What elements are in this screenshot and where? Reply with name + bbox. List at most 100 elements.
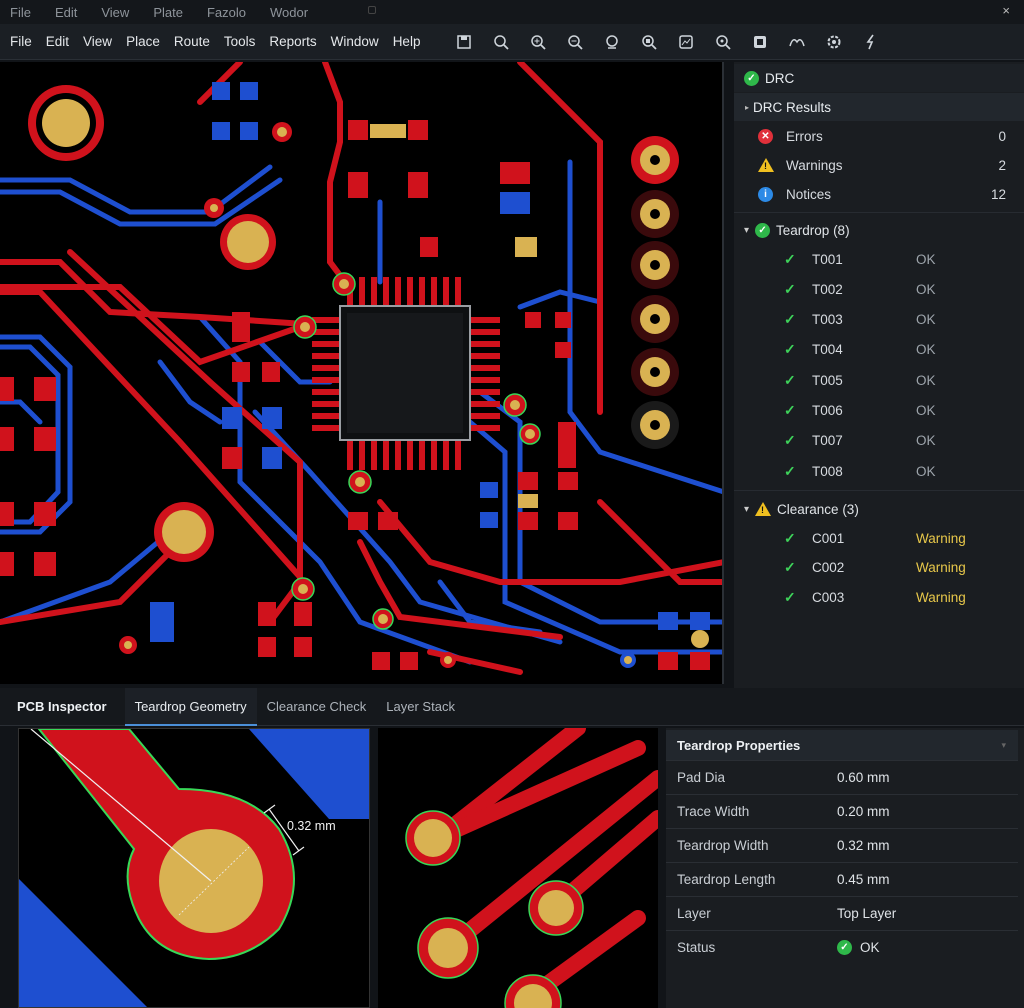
notices-row[interactable]: i Notices 12 xyxy=(734,180,1024,208)
property-value[interactable]: 0.32 mm xyxy=(837,838,890,853)
teardrop-properties-panel: Teardrop Properties ▾ Pad Dia 0.60 mm Tr… xyxy=(666,728,1024,1008)
layers-icon[interactable] xyxy=(671,29,701,55)
titlebar-item: Fazolo xyxy=(206,4,246,20)
teardrop-item-status: OK xyxy=(916,312,936,328)
pcb-canvas[interactable] xyxy=(0,62,724,684)
zoom-out-icon[interactable] xyxy=(560,29,590,55)
clearance-group[interactable]: ▾ ! Clearance (3) xyxy=(734,495,1024,523)
property-value[interactable]: 0.45 mm xyxy=(837,872,890,887)
teardrop-item[interactable]: ✓ T006 OK xyxy=(734,397,1024,425)
menu-reports[interactable]: Reports xyxy=(262,34,323,49)
menu-file[interactable]: File xyxy=(3,34,39,49)
property-value[interactable]: 0.60 mm xyxy=(837,770,890,785)
property-row: Status ✓ OK xyxy=(666,930,1018,964)
ic-chip xyxy=(312,277,500,470)
dimension-label: 0.32 mm xyxy=(287,819,336,833)
zoom-fit-icon[interactable] xyxy=(597,29,627,55)
save-icon[interactable] xyxy=(449,29,479,55)
teardrop-item-status: OK xyxy=(916,342,936,358)
clearance-item[interactable]: ✓ C001 Warning xyxy=(734,524,1024,552)
menu-place[interactable]: Place xyxy=(119,34,167,49)
teardrop-item[interactable]: ✓ T005 OK xyxy=(734,366,1024,394)
zoom-in-icon[interactable] xyxy=(523,29,553,55)
zoom-area-icon[interactable] xyxy=(634,29,664,55)
warnings-row[interactable]: ! Warnings 2 xyxy=(734,151,1024,179)
check-icon: ✓ xyxy=(784,529,796,546)
property-key: Layer xyxy=(677,906,711,921)
chevron-down-icon: ▾ xyxy=(744,224,750,236)
titlebar-item: Wodor xyxy=(269,4,309,20)
net-icon[interactable] xyxy=(782,29,812,55)
warning-icon: ! xyxy=(758,158,774,172)
clearance-item[interactable]: ✓ C003 Warning xyxy=(734,583,1024,611)
titlebar-item: View xyxy=(101,4,130,20)
divider xyxy=(734,212,1024,213)
titlebar-item: Plate xyxy=(153,4,183,20)
teardrop-item[interactable]: ✓ T003 OK xyxy=(734,306,1024,334)
tab-teardrop-geometry[interactable]: Teardrop Geometry xyxy=(124,687,257,726)
drc-results-header[interactable]: ▸ DRC Results xyxy=(734,93,1024,121)
close-window-button[interactable]: × xyxy=(1002,3,1010,18)
teardrop-item-id: T004 xyxy=(812,342,843,358)
property-key: Trace Width xyxy=(677,804,750,819)
teardrop-group-title: Teardrop (8) xyxy=(776,222,850,238)
property-row: Teardrop Width 0.32 mm xyxy=(666,828,1018,862)
teardrop-overview-view[interactable] xyxy=(378,728,658,1008)
clearance-item-status: Warning xyxy=(916,589,966,605)
pan-icon[interactable] xyxy=(708,29,738,55)
teardrop-item-id: T008 xyxy=(812,463,843,479)
property-row: Pad Dia 0.60 mm xyxy=(666,760,1018,794)
property-key: Teardrop Length xyxy=(677,872,776,887)
titlebar-item: Edit xyxy=(54,4,78,20)
inspector-bar: PCB Inspector Teardrop Geometry Clearanc… xyxy=(0,687,1024,726)
drc-results-title: DRC Results xyxy=(753,99,832,115)
tab-clearance-check[interactable]: Clearance Check xyxy=(257,688,377,726)
properties-header[interactable]: Teardrop Properties ▾ xyxy=(666,730,1018,760)
menu-window[interactable]: Window xyxy=(324,34,386,49)
teardrop-item-id: T001 xyxy=(812,251,843,267)
clearance-item-status: Warning xyxy=(916,530,966,546)
clearance-item[interactable]: ✓ C002 Warning xyxy=(734,554,1024,582)
teardrop-item[interactable]: ✓ T008 OK xyxy=(734,457,1024,485)
chevron-down-icon: ▾ xyxy=(744,503,750,515)
tab-layer-stack[interactable]: Layer Stack xyxy=(376,688,465,726)
teardrop-item[interactable]: ✓ T007 OK xyxy=(734,427,1024,455)
property-row: Layer Top Layer xyxy=(666,896,1018,930)
route-icon[interactable] xyxy=(856,29,886,55)
menu-tools[interactable]: Tools xyxy=(217,34,263,49)
collapse-arrow-icon: ▸ xyxy=(745,102,750,112)
teardrop-detail-view[interactable]: 0.32 mm xyxy=(18,728,370,1008)
errors-row[interactable]: ✕ Errors 0 xyxy=(734,122,1024,150)
3d-view-icon[interactable] xyxy=(745,29,775,55)
property-value[interactable]: 0.20 mm xyxy=(837,804,890,819)
teardrop-item-id: T006 xyxy=(812,403,843,418)
errors-label: Errors xyxy=(786,128,823,144)
drc-panel: ✓ DRC ▸ DRC Results ✕ Errors 0 ! Warning… xyxy=(734,62,1024,688)
titlebar-item: File xyxy=(10,4,31,20)
clearance-item-status: Warning xyxy=(916,560,966,575)
bottom-layer-pour xyxy=(249,729,369,819)
error-icon: ✕ xyxy=(758,128,773,144)
teardrop-item[interactable]: ✓ T001 OK xyxy=(734,245,1024,273)
teardrop-item[interactable]: ✓ T004 OK xyxy=(734,336,1024,364)
check-icon: ✓ xyxy=(784,462,796,479)
check-icon: ✓ xyxy=(784,432,796,449)
teardrop-item-status: OK xyxy=(916,251,936,267)
teardrop-group[interactable]: ▾ ✓ Teardrop (8) xyxy=(734,216,1024,244)
check-icon: ✓ xyxy=(784,280,796,297)
menu-help[interactable]: Help xyxy=(386,34,428,49)
property-value[interactable]: Top Layer xyxy=(837,906,896,921)
zoom-icon[interactable] xyxy=(486,29,516,55)
check-icon: ✓ xyxy=(784,341,796,358)
check-icon: ✓ xyxy=(784,402,796,418)
menu-route[interactable]: Route xyxy=(167,34,217,49)
check-circle-icon: ✓ xyxy=(744,70,759,86)
check-icon: ✓ xyxy=(784,311,796,328)
teardrop-item[interactable]: ✓ T002 OK xyxy=(734,275,1024,303)
property-key: Pad Dia xyxy=(677,770,726,785)
drc-header[interactable]: ✓ DRC xyxy=(734,64,1024,92)
notices-count: 12 xyxy=(990,186,1006,202)
menu-view[interactable]: View xyxy=(76,34,119,49)
menu-edit[interactable]: Edit xyxy=(39,34,76,49)
settings-icon[interactable] xyxy=(819,29,849,55)
